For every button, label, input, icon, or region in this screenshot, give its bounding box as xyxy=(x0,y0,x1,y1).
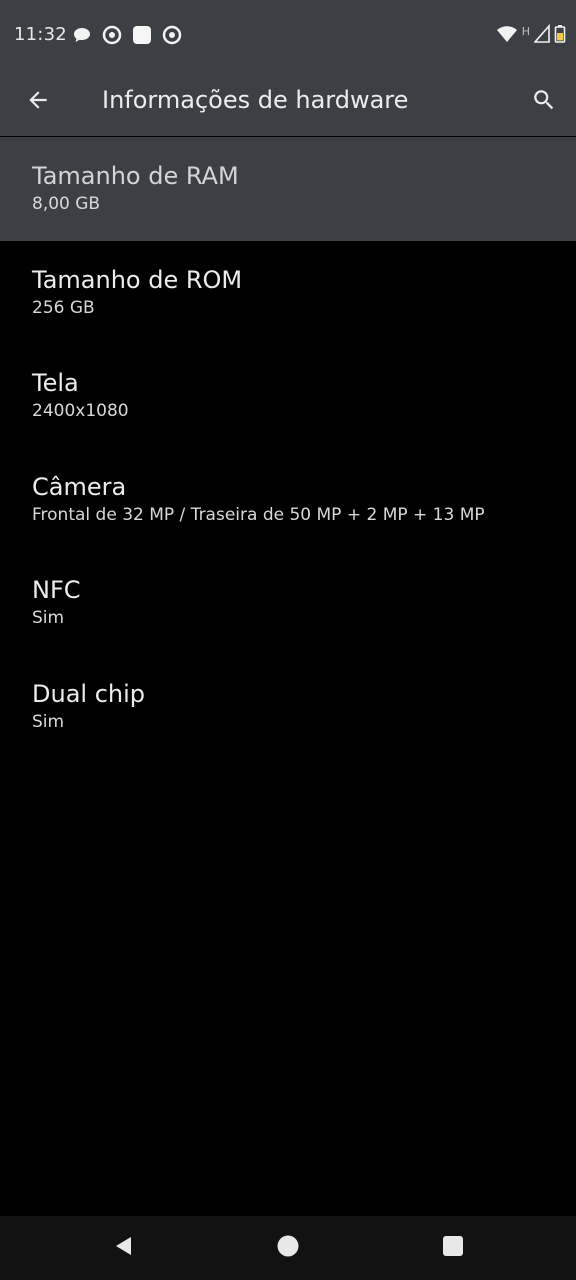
item-title: Tamanho de RAM xyxy=(32,162,239,190)
navigation-bar xyxy=(0,1216,576,1280)
nav-recents-button[interactable] xyxy=(433,1230,473,1266)
home-circle-icon xyxy=(276,1234,300,1262)
signal-icon xyxy=(533,23,550,48)
item-title: Dual chip xyxy=(32,679,146,708)
back-triangle-icon xyxy=(112,1234,136,1262)
chrome-icon xyxy=(102,25,122,45)
chat-bubble-icon xyxy=(72,25,92,45)
item-value: Frontal de 32 MP / Traseira de 50 MP + 2… xyxy=(32,504,485,525)
item-title: Tela xyxy=(32,369,79,397)
chrome-icon xyxy=(162,25,182,45)
nav-back-button[interactable] xyxy=(104,1230,144,1266)
page-title: Informações de hardware xyxy=(102,86,409,114)
list-item-ram[interactable]: Tamanho de RAM 8,00 GB xyxy=(0,137,576,241)
back-button[interactable] xyxy=(18,82,58,122)
list-item-dual-chip[interactable]: Dual chip Sim xyxy=(0,655,576,759)
list-item-nfc[interactable]: NFC Sim xyxy=(0,551,576,655)
arrow-back-icon xyxy=(25,87,51,117)
list-item-rom[interactable]: Tamanho de ROM 256 GB xyxy=(0,241,576,345)
item-value: 2400x1080 xyxy=(32,401,129,421)
recents-square-icon xyxy=(442,1235,464,1261)
status-bar: 11:32 H xyxy=(0,0,576,72)
hardware-info-list: Tamanho de RAM 8,00 GB Tamanho de ROM 25… xyxy=(0,137,576,758)
item-title: Tamanho de ROM xyxy=(32,265,243,294)
network-type-label: H xyxy=(521,24,530,38)
battery-icon xyxy=(554,24,566,48)
search-button[interactable] xyxy=(524,82,564,122)
status-time: 11:32 xyxy=(14,24,67,45)
item-value: Sim xyxy=(32,608,65,628)
notification-icons xyxy=(72,25,182,45)
item-title: Câmera xyxy=(32,472,127,501)
search-icon xyxy=(531,87,557,117)
system-icons: H xyxy=(496,23,566,48)
app-square-icon xyxy=(132,25,152,45)
app-bar: Informações de hardware xyxy=(0,72,576,136)
nav-home-button[interactable] xyxy=(268,1230,308,1266)
item-title: NFC xyxy=(32,576,81,604)
item-value: Sim xyxy=(32,711,65,732)
item-value: 8,00 GB xyxy=(32,194,101,214)
list-item-camera[interactable]: Câmera Frontal de 32 MP / Traseira de 50… xyxy=(0,448,576,552)
list-item-screen[interactable]: Tela 2400x1080 xyxy=(0,344,576,448)
item-value: 256 GB xyxy=(32,297,95,318)
wifi-icon xyxy=(496,24,518,48)
